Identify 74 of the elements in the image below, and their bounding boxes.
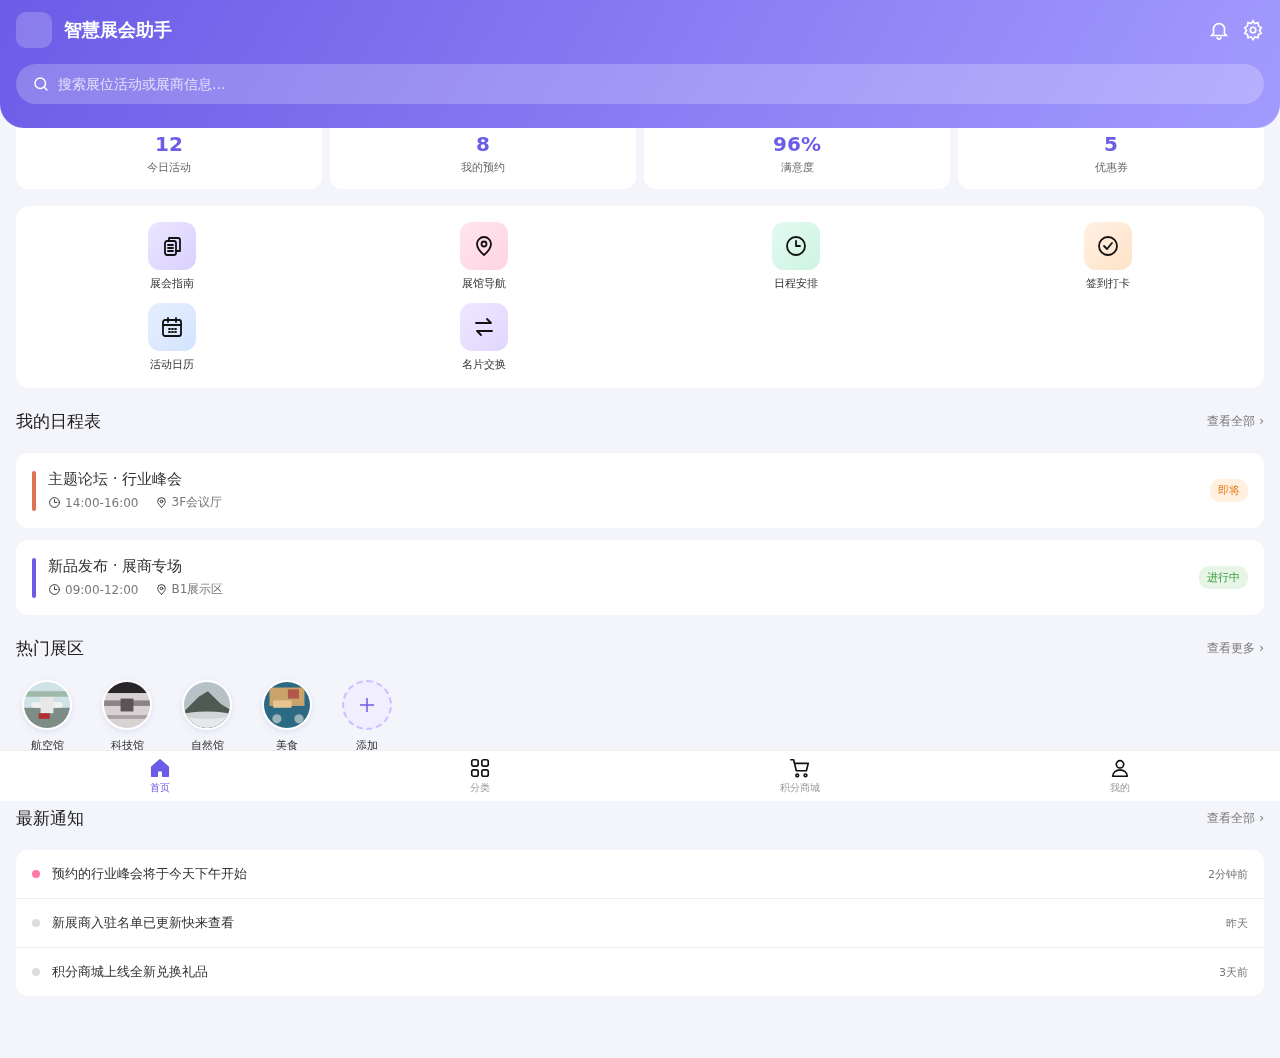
action-tile[interactable] — [460, 303, 508, 351]
tab-item[interactable]: 首页 — [0, 751, 320, 801]
clock-icon — [48, 496, 61, 509]
event-title: 主题论坛 · 行业峰会 — [48, 470, 184, 489]
status-badge: 即将 — [1210, 479, 1248, 502]
event-time: 09:00-12:00 — [65, 582, 139, 597]
app-title: 智慧展会助手 — [64, 18, 173, 42]
action-label: 名片交换 — [462, 357, 506, 372]
see-all-link[interactable]: 查看全部 › — [1207, 810, 1264, 827]
home-icon — [149, 757, 171, 779]
event-place: 3F会议厅 — [171, 494, 223, 511]
notice-time: 3天前 — [1219, 964, 1248, 980]
action-label: 展馆导航 — [462, 276, 506, 291]
section-title: 我的日程表 — [16, 410, 101, 433]
notice-text: 积分商城上线全新兑换礼品 — [52, 963, 209, 981]
add-button[interactable] — [342, 680, 392, 730]
clock-icon — [784, 234, 808, 258]
stat-label: 优惠券 — [1094, 160, 1128, 175]
grid-icon — [469, 757, 491, 779]
check-circle-icon — [1096, 234, 1120, 258]
location-pin-icon — [154, 583, 168, 596]
action-tile[interactable] — [460, 222, 508, 270]
notice-text: 预约的行业峰会将于今天下午开始 — [52, 865, 248, 883]
calendar-icon — [160, 315, 184, 339]
cart-icon — [789, 757, 811, 779]
section-title: 热门展区 — [16, 637, 84, 660]
clock-icon — [48, 583, 61, 596]
location-pin-icon — [154, 496, 168, 509]
search-icon — [32, 75, 50, 93]
action-label: 日程安排 — [774, 276, 818, 291]
schedule-card[interactable]: 主题论坛 · 行业峰会 14:00-16:00 3F会议厅 即将 — [16, 453, 1264, 528]
zone-label: 添加 — [356, 738, 378, 753]
zone-label: 科技馆 — [110, 738, 144, 753]
stat-value: 8 — [476, 132, 490, 156]
tab-item[interactable]: 积分商城 — [640, 751, 960, 801]
stat-value: 96% — [773, 132, 821, 156]
notice-row[interactable]: 预约的行业峰会将于今天下午开始 2分钟前 — [16, 850, 1264, 898]
schedule-card[interactable]: 新品发布 · 展商专场 09:00-12:00 B1展示区 进行中 — [16, 540, 1264, 615]
event-time: 14:00-16:00 — [65, 495, 139, 510]
status-badge: 进行中 — [1199, 566, 1248, 589]
stat-label: 我的预约 — [461, 160, 505, 175]
logo-tile — [16, 12, 52, 48]
event-title: 新品发布 · 展商专场 — [48, 557, 184, 576]
status-bar — [32, 557, 36, 598]
status-bar — [32, 470, 36, 511]
action-label: 展会指南 — [150, 276, 194, 291]
action-tile[interactable] — [772, 222, 820, 270]
stat-value: 12 — [155, 132, 183, 156]
zone-label: 美食 — [276, 738, 298, 753]
tab-item[interactable]: 我的 — [960, 751, 1280, 801]
section-title: 最新通知 — [16, 807, 84, 830]
settings-icon[interactable] — [1242, 19, 1264, 41]
notice-text: 新展商入驻名单已更新快来查看 — [52, 914, 235, 932]
notice-time: 昨天 — [1226, 915, 1248, 931]
notice-time: 2分钟前 — [1208, 866, 1248, 882]
notice-row[interactable]: 新展商入驻名单已更新快来查看 昨天 — [16, 898, 1264, 947]
stat-label: 满意度 — [780, 160, 814, 175]
action-label: 签到打卡 — [1086, 276, 1130, 291]
action-tile[interactable] — [148, 222, 196, 270]
notice-row[interactable]: 积分商城上线全新兑换礼品 3天前 — [16, 947, 1264, 996]
swap-arrows-icon — [472, 315, 496, 339]
tab-item[interactable]: 分类 — [320, 751, 640, 801]
stat-value: 5 — [1104, 132, 1118, 156]
action-tile[interactable] — [148, 303, 196, 351]
zone-label: 自然馆 — [190, 738, 224, 753]
see-all-link[interactable]: 查看全部 › — [1207, 413, 1264, 430]
stat-label: 今日活动 — [147, 160, 191, 175]
action-tile[interactable] — [1084, 222, 1132, 270]
see-all-link[interactable]: 查看更多 › — [1207, 640, 1264, 657]
action-label: 活动日历 — [150, 357, 194, 372]
plus-icon — [358, 696, 376, 714]
event-place: B1展示区 — [171, 581, 224, 598]
person-icon — [1109, 757, 1131, 779]
zone-label: 航空馆 — [30, 738, 64, 753]
